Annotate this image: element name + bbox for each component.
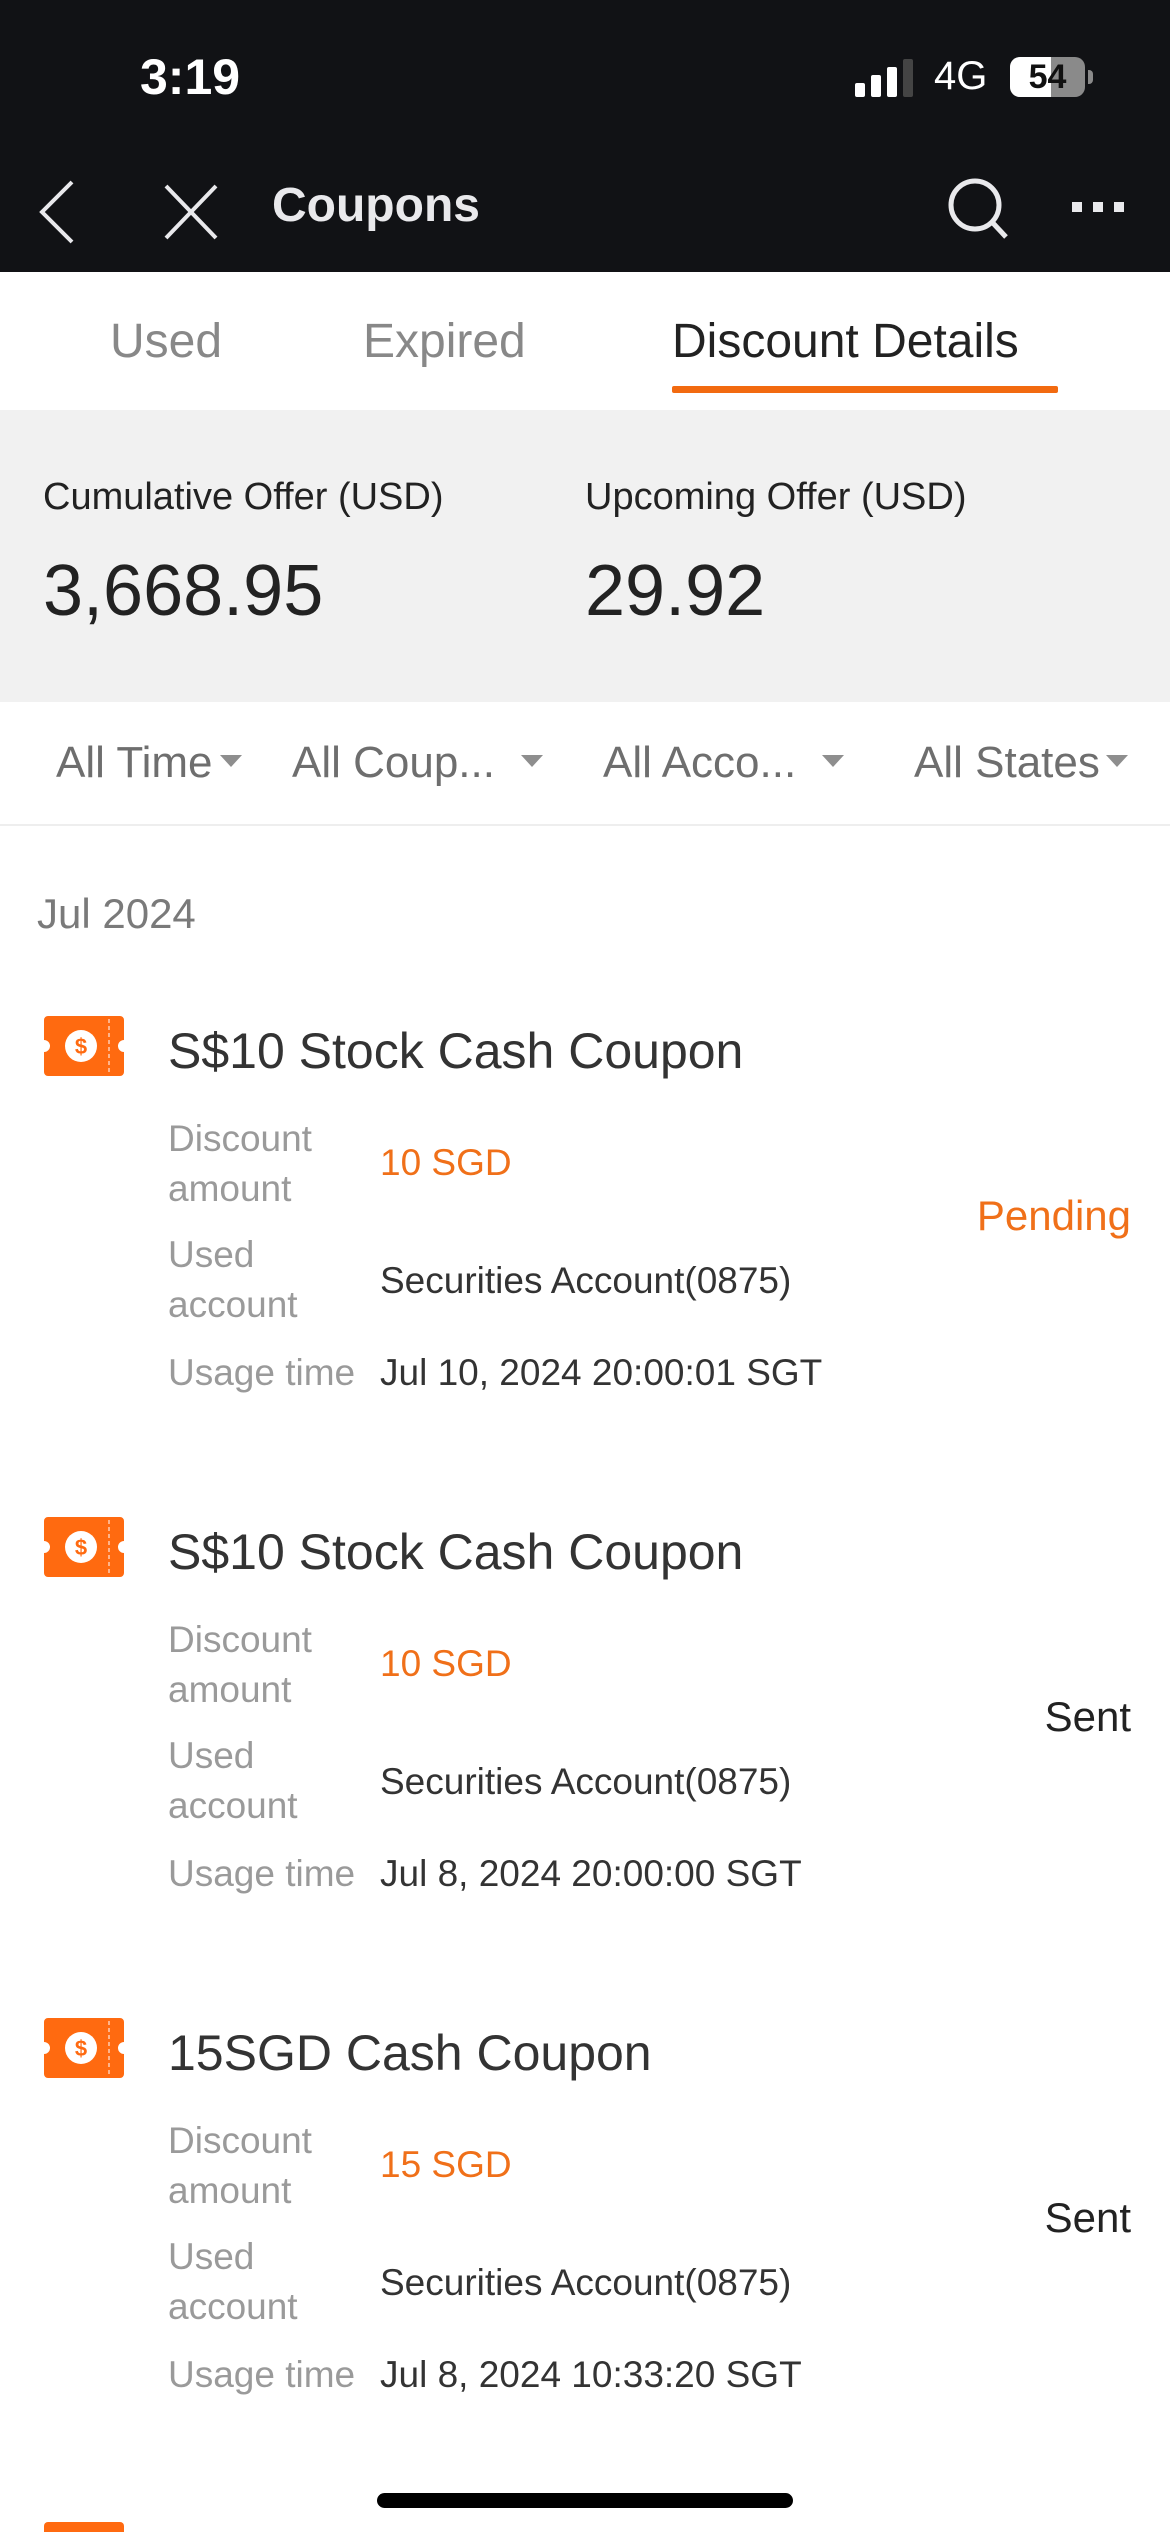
upcoming-offer-label: Upcoming Offer (USD) <box>585 476 967 518</box>
discount-amount-label: Discount amount <box>168 2120 312 2211</box>
tab-expired[interactable]: Expired <box>363 314 526 369</box>
caret-down-icon <box>822 755 845 768</box>
discount-amount-value: 10 SGD <box>380 1142 512 1183</box>
usage-time-value: Jul 10, 2024 20:00:01 SGT <box>380 1352 823 1393</box>
coupon-ticket-icon <box>44 2522 124 2532</box>
filter-state[interactable]: All States <box>914 738 1128 788</box>
home-indicator[interactable] <box>377 2493 793 2508</box>
nav-bar: Coupons <box>0 150 1170 272</box>
discount-amount-value: 15 SGD <box>380 2144 512 2185</box>
back-button[interactable] <box>30 172 90 252</box>
filter-time-label: All Time <box>56 738 213 787</box>
battery-tip <box>1088 70 1093 84</box>
svg-text:$: $ <box>75 2036 87 2061</box>
tab-discount-details[interactable]: Discount Details <box>672 314 1019 369</box>
coupon-title: 15SGD Cash Coupon <box>168 2025 652 2081</box>
close-button[interactable] <box>156 172 226 252</box>
search-button[interactable] <box>940 170 1014 250</box>
usage-time-value: Jul 8, 2024 20:00:00 SGT <box>380 1853 802 1894</box>
upcoming-offer-value: 29.92 <box>585 551 766 631</box>
coupon-title: S$10 Stock Cash Coupon <box>168 1023 744 1079</box>
coupon-ticket-icon: $ <box>44 1016 124 1076</box>
page-title: Coupons <box>272 179 480 232</box>
svg-text:$: $ <box>75 1535 87 1560</box>
used-account-label: Used account <box>168 1234 298 1325</box>
status-badge: Pending <box>976 1192 1131 1239</box>
coupon-item[interactable]: $ 15SGD Cash Coupon Discount amount 15 SG… <box>0 2018 1170 2468</box>
filter-coupon-label: All Coup... <box>292 738 495 787</box>
coupon-item[interactable]: $ S$10 Stock Cash Coupon Discount amount … <box>0 1517 1170 1967</box>
filter-account-label: All Acco... <box>603 738 797 787</box>
usage-time-label: Usage time <box>168 2354 356 2395</box>
active-tab-indicator <box>672 386 1058 393</box>
battery-icon: 54 <box>1010 57 1085 97</box>
battery-percent: 54 <box>1028 58 1067 96</box>
signal-icon <box>855 59 915 97</box>
status-bar: 3:19 4G 54 <box>0 0 1170 150</box>
chevron-left-icon <box>39 180 74 244</box>
filter-time[interactable]: All Time <box>56 738 243 788</box>
cumulative-offer-label: Cumulative Offer (USD) <box>43 476 444 518</box>
usage-time-value: Jul 8, 2024 10:33:20 SGT <box>380 2354 802 2395</box>
more-button[interactable] <box>1064 180 1134 240</box>
offer-summary: Cumulative Offer (USD) 3,668.95 Upcoming… <box>0 410 1170 702</box>
status-badge: Sent <box>1044 2194 1131 2241</box>
caret-down-icon <box>520 755 543 768</box>
filter-bar: All Time All Coup... All Acco... All Sta… <box>0 702 1170 826</box>
status-badge: Sent <box>1044 1693 1131 1740</box>
used-account-value: Securities Account(0875) <box>380 1260 792 1301</box>
caret-down-icon <box>1105 755 1128 768</box>
used-account-label: Used account <box>168 1735 298 1826</box>
tab-used[interactable]: Used <box>110 314 222 369</box>
status-time: 3:19 <box>140 49 241 105</box>
tab-bar: Used Expired Discount Details <box>0 272 1170 410</box>
usage-time-label: Usage time <box>168 1853 356 1894</box>
used-account-label: Used account <box>168 2236 298 2327</box>
used-account-value: Securities Account(0875) <box>380 2262 792 2303</box>
search-icon <box>948 178 1008 239</box>
discount-amount-label: Discount amount <box>168 1619 312 1710</box>
coupon-ticket-icon: $ <box>44 2018 124 2078</box>
svg-text:$: $ <box>75 1034 87 1059</box>
filter-coupon[interactable]: All Coup... <box>292 738 543 788</box>
network-type: 4G <box>934 54 988 98</box>
month-header: Jul 2024 <box>37 890 196 937</box>
close-icon <box>164 184 218 240</box>
filter-state-label: All States <box>914 738 1100 787</box>
usage-time-label: Usage time <box>168 1352 356 1393</box>
coupon-item[interactable]: $ S$10 Stock Cash Coupon Discount amount … <box>0 1016 1170 1466</box>
discount-amount-value: 10 SGD <box>380 1643 512 1684</box>
more-icon <box>1072 202 1124 212</box>
filter-account[interactable]: All Acco... <box>603 738 845 788</box>
coupon-title: S$10 Stock Cash Coupon <box>168 1524 744 1580</box>
discount-amount-label: Discount amount <box>168 1118 312 1209</box>
cumulative-offer-value: 3,668.95 <box>43 551 324 631</box>
used-account-value: Securities Account(0875) <box>380 1761 792 1802</box>
caret-down-icon <box>220 755 243 768</box>
coupon-ticket-icon: $ <box>44 1517 124 1577</box>
